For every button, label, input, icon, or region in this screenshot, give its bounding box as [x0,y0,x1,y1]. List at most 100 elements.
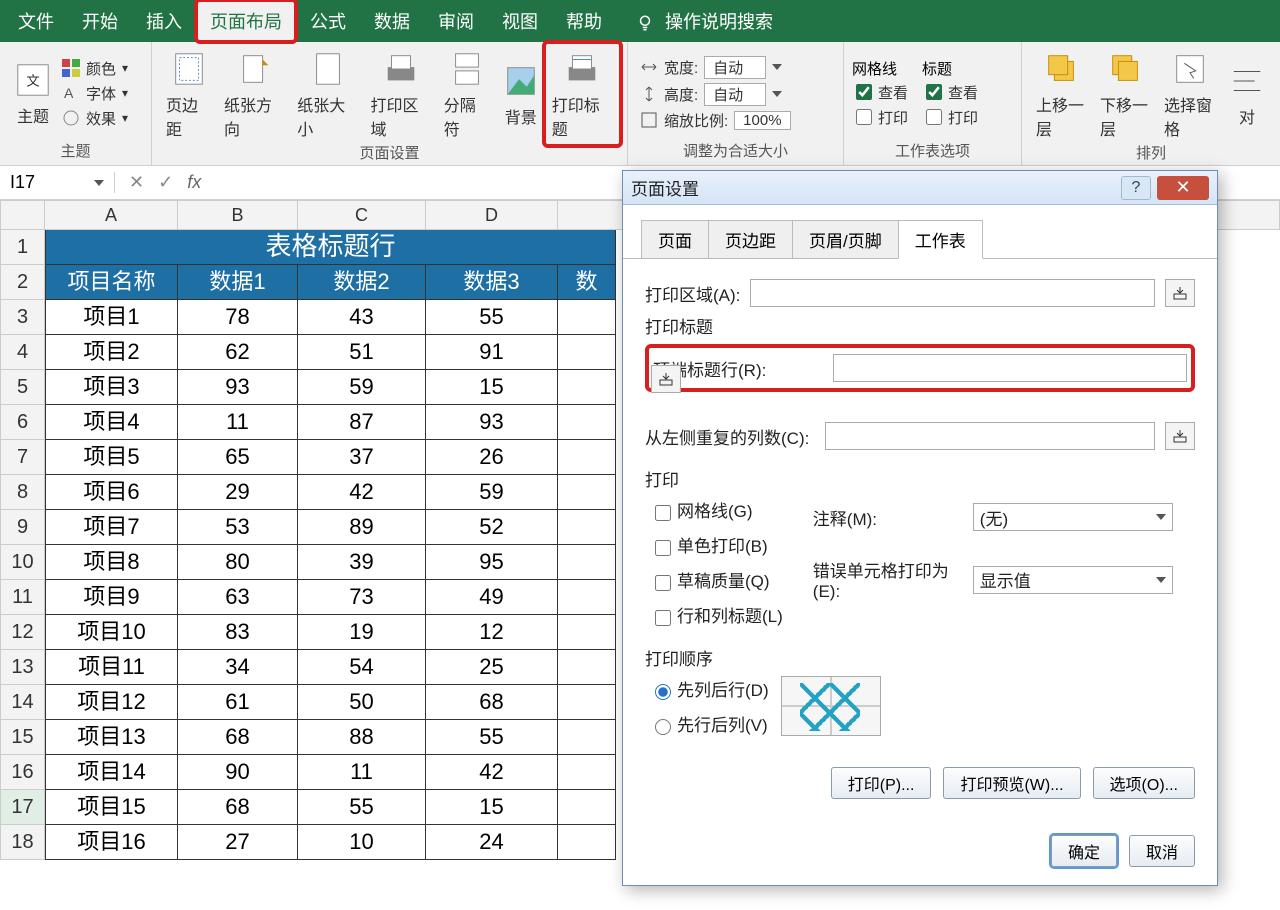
data-cell[interactable]: 90 [178,755,298,790]
data-cell[interactable]: 68 [426,685,558,720]
data-cell[interactable]: 34 [178,650,298,685]
data-cell[interactable]: 73 [298,580,426,615]
tab-sheet[interactable]: 工作表 [898,220,983,259]
tab-margins[interactable]: 页边距 [708,220,793,259]
bring-forward-button[interactable]: 上移一层 [1030,46,1094,142]
data-cell[interactable]: 项目2 [45,335,178,370]
ok-button[interactable]: 确定 [1051,835,1117,867]
menu-page-layout[interactable]: 页面布局 [196,0,296,42]
data-cell[interactable]: 93 [178,370,298,405]
data-cell[interactable] [558,300,616,335]
checkbox[interactable] [655,505,671,521]
data-cell[interactable]: 51 [298,335,426,370]
data-cell[interactable] [558,405,616,440]
data-cell[interactable]: 项目12 [45,685,178,720]
radio[interactable] [655,684,671,700]
data-cell[interactable]: 87 [298,405,426,440]
row-header[interactable]: 8 [0,475,45,510]
row-header[interactable]: 14 [0,685,45,720]
col-header-B[interactable]: B [178,200,298,230]
data-cell[interactable]: 65 [178,440,298,475]
cols-repeat-input[interactable] [825,422,1155,450]
data-cell[interactable]: 19 [298,615,426,650]
data-cell[interactable]: 27 [178,825,298,860]
dialog-close-button[interactable]: ✕ [1157,176,1209,200]
width-combo[interactable]: 宽度:自动 [636,55,835,80]
tab-header-footer[interactable]: 页眉/页脚 [792,220,899,259]
row-header[interactable]: 12 [0,615,45,650]
row-header[interactable]: 2 [0,265,45,300]
row-header[interactable]: 16 [0,755,45,790]
send-backward-button[interactable]: 下移一层 [1094,46,1158,142]
print-button[interactable]: 打印(P)... [831,767,932,799]
data-cell[interactable]: 49 [426,580,558,615]
data-cell[interactable]: 项目4 [45,405,178,440]
data-cell[interactable]: 10 [298,825,426,860]
radio[interactable] [655,719,671,735]
print-area-input[interactable] [750,279,1155,307]
menu-data[interactable]: 数据 [360,0,424,42]
data-cell[interactable]: 26 [426,440,558,475]
data-cell[interactable] [558,615,616,650]
menu-insert[interactable]: 插入 [132,0,196,42]
data-cell[interactable]: 11 [178,405,298,440]
data-cell[interactable]: 59 [426,475,558,510]
data-cell[interactable]: 11 [298,755,426,790]
data-cell[interactable]: 68 [178,790,298,825]
data-cell[interactable] [558,825,616,860]
data-cell[interactable]: 项目1 [45,300,178,335]
data-cell[interactable]: 78 [178,300,298,335]
data-cell[interactable]: 53 [178,510,298,545]
data-cell[interactable]: 项目16 [45,825,178,860]
gridlines-view-check[interactable]: 查看 [852,81,912,104]
data-cell[interactable]: 42 [298,475,426,510]
row-header[interactable]: 13 [0,650,45,685]
print-area-picker[interactable] [1165,279,1195,307]
data-cell[interactable]: 项目8 [45,545,178,580]
checkbox[interactable] [655,540,671,556]
data-cell[interactable]: 55 [298,790,426,825]
data-cell[interactable]: 62 [178,335,298,370]
data-cell[interactable]: 12 [426,615,558,650]
data-cell[interactable]: 50 [298,685,426,720]
row-header[interactable]: 1 [0,230,45,265]
headings-print-check[interactable]: 打印 [922,106,982,129]
checkbox[interactable] [655,575,671,591]
data-cell[interactable]: 80 [178,545,298,580]
data-cell[interactable]: 项目5 [45,440,178,475]
data-cell[interactable]: 63 [178,580,298,615]
data-cell[interactable]: 91 [426,335,558,370]
data-cell[interactable]: 52 [426,510,558,545]
row-header[interactable]: 3 [0,300,45,335]
checkbox[interactable] [655,610,671,626]
width-value[interactable]: 自动 [704,56,766,79]
fonts-button[interactable]: A 字体 ▾ [58,82,132,105]
row-header[interactable]: 18 [0,825,45,860]
row-header[interactable]: 5 [0,370,45,405]
colors-button[interactable]: 颜色 ▾ [58,57,132,80]
data-cell[interactable] [558,335,616,370]
data-cell[interactable]: 83 [178,615,298,650]
tell-me[interactable]: 操作说明搜索 [622,0,787,42]
row-header[interactable]: 4 [0,335,45,370]
menu-view[interactable]: 视图 [488,0,552,42]
data-cell[interactable]: 61 [178,685,298,720]
rowcol-check[interactable]: 行和列标题(L) [655,602,783,627]
checkbox[interactable] [856,109,872,125]
menu-help[interactable]: 帮助 [552,0,616,42]
data-cell[interactable]: 15 [426,370,558,405]
tab-page[interactable]: 页面 [641,220,709,259]
height-combo[interactable]: 高度:自动 [636,82,835,107]
data-cell[interactable]: 55 [426,720,558,755]
data-cell[interactable]: 项目3 [45,370,178,405]
checkbox[interactable] [926,109,942,125]
over-down-radio[interactable]: 先行后列(V) [655,711,769,736]
print-titles-button[interactable]: 打印标题 [546,46,619,142]
data-cell[interactable]: 93 [426,405,558,440]
data-cell[interactable] [558,685,616,720]
data-cell[interactable] [558,755,616,790]
preview-button[interactable]: 打印预览(W)... [943,767,1080,799]
data-cell[interactable] [558,650,616,685]
data-cell[interactable] [558,720,616,755]
data-cell[interactable]: 项目11 [45,650,178,685]
